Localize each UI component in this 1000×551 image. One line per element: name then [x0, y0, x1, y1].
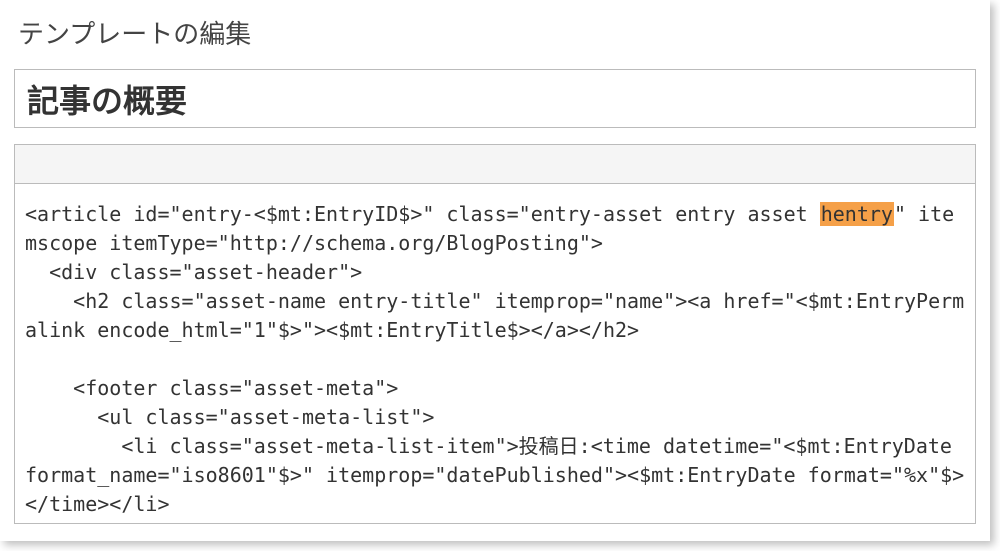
template-name-input[interactable] — [14, 69, 976, 128]
template-code-editor[interactable]: <article id="entry-<$mt:EntryID$>" class… — [14, 184, 976, 524]
code-text: <li class="asset-meta-list-item">投稿日:<ti… — [25, 434, 964, 516]
code-text: <h2 class="asset-name entry-title" itemp… — [25, 289, 964, 342]
template-name-field-wrap — [14, 69, 976, 128]
code-text: <article id="entry-<$mt:EntryID$>" class… — [25, 202, 820, 226]
code-text: <li class="asset-meta-list-item">by <spa… — [25, 521, 964, 524]
code-text: <ul class="asset-meta-list"> — [25, 405, 434, 429]
editor-toolbar — [14, 144, 976, 184]
code-text: <div class="asset-header"> — [25, 260, 362, 284]
highlighted-text: hentry — [820, 202, 894, 226]
code-text: <footer class="asset-meta"> — [25, 376, 398, 400]
page-title: テンプレートの編集 — [0, 0, 990, 69]
